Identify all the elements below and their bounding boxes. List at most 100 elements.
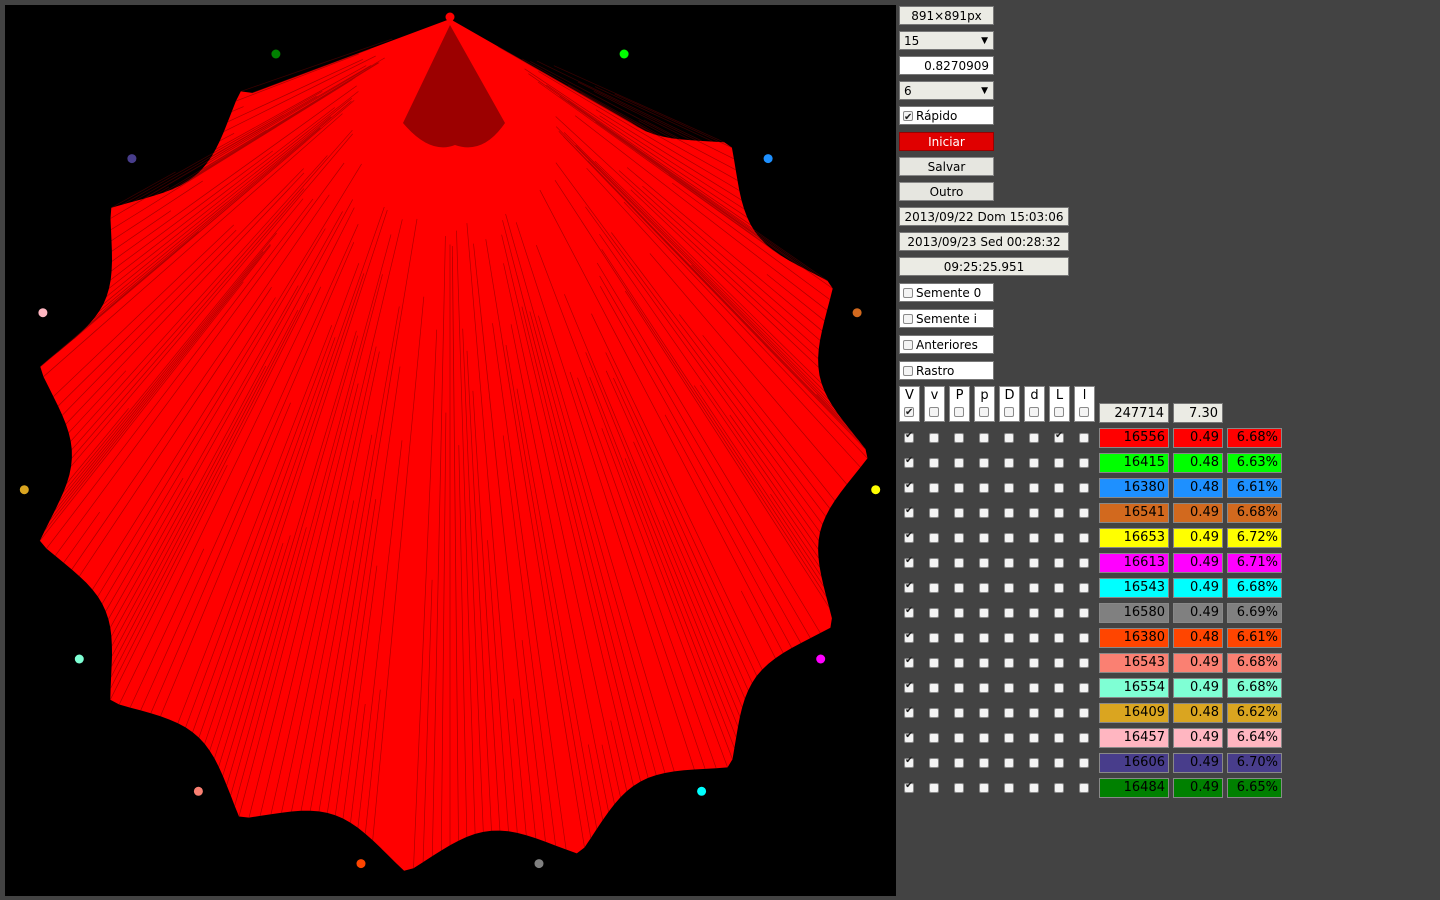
seedi-checkbox[interactable] xyxy=(903,313,913,324)
row-v-checkbox[interactable] xyxy=(929,733,939,743)
row-D-checkbox[interactable] xyxy=(1004,433,1014,443)
row-l-checkbox[interactable] xyxy=(1079,483,1089,493)
row-D-checkbox[interactable] xyxy=(1004,733,1014,743)
chaos-game-canvas[interactable] xyxy=(5,5,896,896)
seed0-checkbox[interactable] xyxy=(903,287,913,298)
other-button[interactable]: Outro xyxy=(899,182,994,201)
row-p-checkbox[interactable] xyxy=(979,783,989,793)
col-header-checkbox[interactable] xyxy=(979,407,989,417)
row-p-checkbox[interactable] xyxy=(979,758,989,768)
row-l-checkbox[interactable] xyxy=(1079,583,1089,593)
row-l-checkbox[interactable] xyxy=(1079,533,1089,543)
row-P-checkbox[interactable] xyxy=(954,533,964,543)
row-v-checkbox[interactable] xyxy=(929,558,939,568)
seed0-toggle[interactable]: Semente 0 xyxy=(899,283,994,302)
row-v-checkbox[interactable] xyxy=(929,458,939,468)
row-V-checkbox[interactable] xyxy=(904,580,914,593)
row-P-checkbox[interactable] xyxy=(954,783,964,793)
row-D-checkbox[interactable] xyxy=(1004,483,1014,493)
previous-toggle[interactable]: Anteriores xyxy=(899,335,994,354)
row-d-checkbox[interactable] xyxy=(1029,733,1039,743)
col-header-checkbox[interactable] xyxy=(1004,407,1014,417)
col-header-checkbox[interactable] xyxy=(904,404,914,421)
row-l-checkbox[interactable] xyxy=(1079,558,1089,568)
row-P-checkbox[interactable] xyxy=(954,633,964,643)
row-l-checkbox[interactable] xyxy=(1079,608,1089,618)
row-l-checkbox[interactable] xyxy=(1079,708,1089,718)
row-d-checkbox[interactable] xyxy=(1029,558,1039,568)
row-P-checkbox[interactable] xyxy=(954,608,964,618)
row-D-checkbox[interactable] xyxy=(1004,708,1014,718)
row-V-checkbox[interactable] xyxy=(904,655,914,668)
row-v-checkbox[interactable] xyxy=(929,758,939,768)
row-v-checkbox[interactable] xyxy=(929,633,939,643)
row-L-checkbox[interactable] xyxy=(1054,683,1064,693)
row-V-checkbox[interactable] xyxy=(904,730,914,743)
row-v-checkbox[interactable] xyxy=(929,483,939,493)
row-L-checkbox[interactable] xyxy=(1054,458,1064,468)
row-l-checkbox[interactable] xyxy=(1079,683,1089,693)
row-l-checkbox[interactable] xyxy=(1079,783,1089,793)
row-D-checkbox[interactable] xyxy=(1004,658,1014,668)
row-V-checkbox[interactable] xyxy=(904,680,914,693)
row-V-checkbox[interactable] xyxy=(904,630,914,643)
row-D-checkbox[interactable] xyxy=(1004,558,1014,568)
row-v-checkbox[interactable] xyxy=(929,683,939,693)
row-d-checkbox[interactable] xyxy=(1029,758,1039,768)
row-p-checkbox[interactable] xyxy=(979,683,989,693)
row-d-checkbox[interactable] xyxy=(1029,483,1039,493)
row-p-checkbox[interactable] xyxy=(979,433,989,443)
row-p-checkbox[interactable] xyxy=(979,583,989,593)
row-v-checkbox[interactable] xyxy=(929,708,939,718)
row-p-checkbox[interactable] xyxy=(979,483,989,493)
row-L-checkbox[interactable] xyxy=(1054,658,1064,668)
row-L-checkbox[interactable] xyxy=(1054,558,1064,568)
row-P-checkbox[interactable] xyxy=(954,433,964,443)
row-l-checkbox[interactable] xyxy=(1079,433,1089,443)
row-P-checkbox[interactable] xyxy=(954,483,964,493)
row-D-checkbox[interactable] xyxy=(1004,758,1014,768)
row-v-checkbox[interactable] xyxy=(929,658,939,668)
row-P-checkbox[interactable] xyxy=(954,733,964,743)
row-L-checkbox[interactable] xyxy=(1054,608,1064,618)
row-V-checkbox[interactable] xyxy=(904,705,914,718)
save-button[interactable]: Salvar xyxy=(899,157,994,176)
row-L-checkbox[interactable] xyxy=(1054,508,1064,518)
row-d-checkbox[interactable] xyxy=(1029,683,1039,693)
row-p-checkbox[interactable] xyxy=(979,458,989,468)
row-p-checkbox[interactable] xyxy=(979,608,989,618)
row-V-checkbox[interactable] xyxy=(904,480,914,493)
row-v-checkbox[interactable] xyxy=(929,508,939,518)
row-d-checkbox[interactable] xyxy=(1029,433,1039,443)
row-P-checkbox[interactable] xyxy=(954,683,964,693)
col-header-checkbox[interactable] xyxy=(1079,407,1089,417)
start-button[interactable]: Iniciar xyxy=(899,132,994,151)
row-L-checkbox[interactable] xyxy=(1054,783,1064,793)
row-d-checkbox[interactable] xyxy=(1029,508,1039,518)
row-L-checkbox[interactable] xyxy=(1054,533,1064,543)
row-L-checkbox[interactable] xyxy=(1054,483,1064,493)
previous-checkbox[interactable] xyxy=(903,339,913,350)
row-d-checkbox[interactable] xyxy=(1029,608,1039,618)
row-v-checkbox[interactable] xyxy=(929,533,939,543)
row-V-checkbox[interactable] xyxy=(904,455,914,468)
row-V-checkbox[interactable] xyxy=(904,555,914,568)
row-v-checkbox[interactable] xyxy=(929,608,939,618)
row-L-checkbox[interactable] xyxy=(1054,633,1064,643)
row-D-checkbox[interactable] xyxy=(1004,783,1014,793)
row-v-checkbox[interactable] xyxy=(929,583,939,593)
row-l-checkbox[interactable] xyxy=(1079,758,1089,768)
fast-checkbox[interactable] xyxy=(903,108,913,124)
row-D-checkbox[interactable] xyxy=(1004,458,1014,468)
col-header-checkbox[interactable] xyxy=(929,407,939,417)
ratio-input[interactable]: 0.8270909 xyxy=(899,56,994,75)
row-l-checkbox[interactable] xyxy=(1079,633,1089,643)
row-d-checkbox[interactable] xyxy=(1029,708,1039,718)
row-L-checkbox[interactable] xyxy=(1054,430,1064,443)
row-P-checkbox[interactable] xyxy=(954,458,964,468)
col-header-checkbox[interactable] xyxy=(1054,407,1064,417)
row-l-checkbox[interactable] xyxy=(1079,658,1089,668)
sides-select[interactable]: 6 ▼ xyxy=(899,81,994,100)
row-D-checkbox[interactable] xyxy=(1004,683,1014,693)
row-P-checkbox[interactable] xyxy=(954,758,964,768)
